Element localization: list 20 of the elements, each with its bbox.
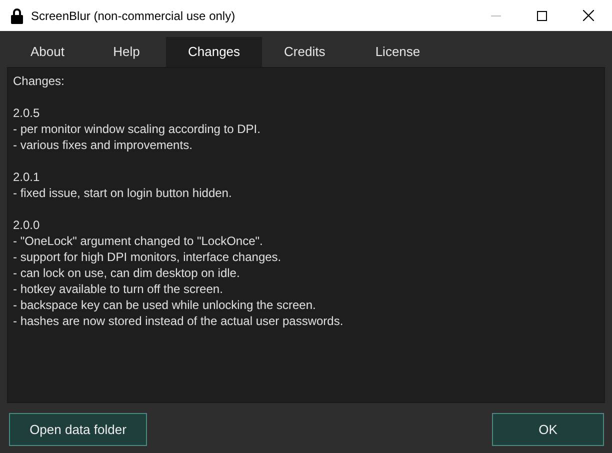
- version-text: 2.0.1: [13, 169, 41, 185]
- change-text: - hotkey available to turn off the screen.: [13, 281, 224, 297]
- change-text: - backspace key can be used while unlocking the screen.: [13, 297, 317, 313]
- change-text: - fixed issue, start on login button hidden.: [13, 185, 233, 201]
- change-text: - per monitor window scaling according to DPI.: [13, 121, 262, 137]
- version-text: 2.0.0: [13, 217, 41, 233]
- close-icon[interactable]: [583, 10, 594, 21]
- lock-icon: [11, 8, 23, 24]
- open-folder-button[interactable]: Open data folder: [9, 413, 147, 446]
- maximize-icon[interactable]: [537, 10, 547, 20]
- heading-text: Changes:: [13, 73, 66, 89]
- change-text: - "OneLock" argument changed to "LockOnce".: [13, 233, 264, 249]
- change-text: - various fixes and improvements.: [13, 137, 194, 153]
- window-title: ScreenBlur (non-commercial use only): [31, 8, 236, 24]
- tab[interactable]: Changes: [166, 37, 262, 67]
- version-text: 2.0.5: [13, 105, 41, 121]
- change-text: - can lock on use, can dim desktop on idle.: [13, 265, 241, 281]
- change-text: - support for high DPI monitors, interface changes.: [13, 249, 282, 265]
- change-text: - hashes are now stored instead of the actual user passwords.: [13, 313, 344, 329]
- ok-button[interactable]: OK: [492, 413, 604, 446]
